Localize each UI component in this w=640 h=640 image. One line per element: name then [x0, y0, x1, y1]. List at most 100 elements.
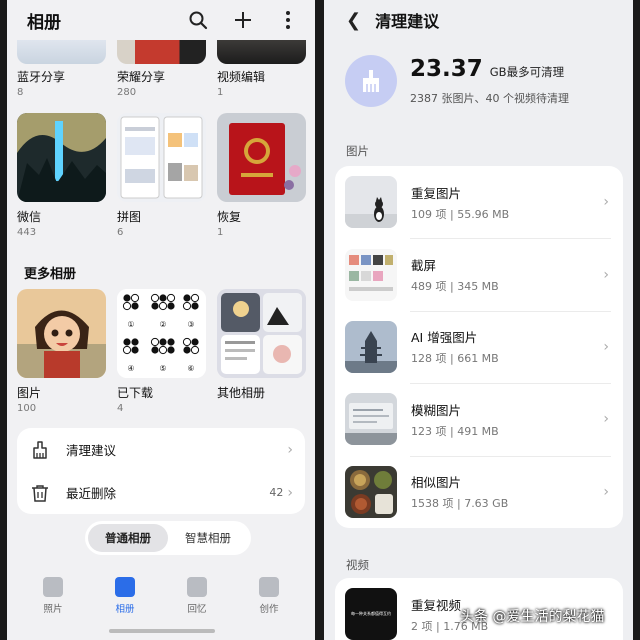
- memory-icon: [187, 577, 207, 597]
- album-name: 荣耀分享: [117, 70, 166, 84]
- tab-label: 创作: [259, 604, 279, 615]
- album-wechat[interactable]: 微信 443: [17, 113, 106, 238]
- chevron-right-icon: ›: [603, 338, 609, 355]
- album-thumbnail: [117, 113, 206, 202]
- cleanup-screen: ❮ 清理建议 23.37 GB最多可清理 2387 张图片、40 个视频待清理 …: [324, 0, 633, 640]
- item-thumbnail: [345, 176, 397, 229]
- broom-icon: [345, 55, 397, 107]
- chevron-right-icon: ›: [287, 484, 293, 501]
- album-thumb-bluetooth[interactable]: [17, 40, 106, 64]
- top-album-labels: 蓝牙分享 8 荣耀分享 280 视频编辑 1: [17, 68, 307, 98]
- album-name: 拼图: [117, 210, 142, 224]
- album-count: 1: [217, 87, 224, 98]
- album-downloads[interactable]: ① ② ③ ④ ⑤ ⑥ 已下载 4: [117, 289, 206, 414]
- more-album-grid: 图片 100 ① ② ③ ④ ⑤ ⑥ 已下载 4 其他相册: [17, 289, 307, 414]
- section-title-videos: 视频: [346, 558, 369, 572]
- grid-number: ①: [127, 320, 134, 329]
- album-bluetooth[interactable]: 蓝牙分享 8: [17, 68, 106, 98]
- item-thumbnail: 每一种关系都值得互约: [345, 588, 397, 640]
- album-thumbnail: [217, 289, 306, 378]
- search-icon[interactable]: [185, 7, 211, 33]
- tab-label: 回忆: [187, 604, 207, 615]
- page-title: 清理建议: [375, 12, 440, 31]
- list-item[interactable]: AI 增强图片 128 项 | 661 MB ›: [335, 310, 623, 383]
- grid-number: ③: [187, 320, 194, 329]
- back-arrow-icon[interactable]: ❮: [346, 10, 361, 31]
- list-item[interactable]: 重复图片 109 项 | 55.96 MB ›: [335, 166, 623, 238]
- album-type-toggle: 普通相册 智慧相册: [85, 521, 251, 555]
- more-icon[interactable]: [275, 7, 301, 33]
- more-albums-title: 更多相册: [24, 267, 77, 282]
- item-thumbnail: [345, 320, 397, 373]
- item-name: 相似图片: [411, 475, 462, 491]
- album-thumb-honor-share[interactable]: [117, 40, 206, 64]
- grid-number: ②: [159, 320, 166, 329]
- item-thumbnail: [345, 393, 397, 446]
- album-name: 已下载: [117, 386, 154, 400]
- item-thumbnail: [345, 248, 397, 301]
- item-thumbnail: [345, 465, 397, 518]
- album-header: 相册: [7, 0, 315, 40]
- album-honor-share[interactable]: 荣耀分享 280: [117, 68, 206, 98]
- list-item[interactable]: 相似图片 1538 项 | 7.63 GB ›: [335, 455, 623, 528]
- item-meta: 128 项 | 661 MB: [411, 352, 499, 366]
- watermark: 头条 @爱生活的梨花猫: [460, 609, 605, 625]
- tab-create[interactable]: 创作: [239, 570, 299, 640]
- scrolled-thumbnails: [7, 40, 315, 68]
- grid-number: ⑤: [159, 364, 166, 373]
- row-label: 最近删除: [66, 486, 117, 501]
- chevron-right-icon: ›: [603, 266, 609, 283]
- tools-card: 清理建议 › 最近删除 42 ›: [17, 428, 305, 514]
- album-collage[interactable]: 拼图 6: [117, 113, 206, 238]
- item-name: 模糊图片: [411, 402, 462, 418]
- reclaimable-size: 23.37: [410, 56, 483, 82]
- album-others[interactable]: 其他相册: [217, 289, 306, 414]
- album-grid: 微信 443 拼图 6 恢复 1: [17, 113, 307, 238]
- album-name: 视频编辑: [217, 70, 266, 84]
- list-item[interactable]: 模糊图片 123 项 | 491 MB ›: [335, 383, 623, 455]
- grid-number: ④: [127, 364, 134, 373]
- item-meta: 1538 项 | 7.63 GB: [411, 497, 509, 511]
- row-label: 清理建议: [66, 443, 117, 458]
- album-count: 443: [17, 227, 37, 238]
- album-pictures[interactable]: 图片 100: [17, 289, 106, 414]
- chevron-right-icon: ›: [603, 411, 609, 428]
- smart-album-tab[interactable]: 智慧相册: [168, 524, 248, 552]
- home-indicator: [109, 629, 215, 633]
- page-title: 相册: [27, 12, 61, 33]
- chevron-right-icon: ›: [603, 194, 609, 211]
- item-meta: 109 项 | 55.96 MB: [411, 207, 510, 221]
- chevron-right-icon: ›: [603, 483, 609, 500]
- album-count: 4: [117, 403, 124, 414]
- item-meta: 123 项 | 491 MB: [411, 424, 499, 438]
- section-title-images: 图片: [346, 144, 369, 158]
- album-thumbnail: [17, 113, 106, 202]
- album-screen: 相册 蓝牙分享 8 荣耀分享 280 视频编辑 1 微信 443 拼图 6 恢复…: [7, 0, 315, 640]
- album-thumbnail: ① ② ③ ④ ⑤ ⑥: [117, 289, 206, 378]
- pending-detail: 2387 张图片、40 个视频待清理: [410, 92, 569, 105]
- album-name: 蓝牙分享: [17, 70, 66, 84]
- album-count: 280: [117, 87, 137, 98]
- normal-album-tab[interactable]: 普通相册: [88, 524, 168, 552]
- album-video-edit[interactable]: 视频编辑 1: [217, 68, 306, 98]
- album-thumb-video-edit[interactable]: [217, 40, 306, 64]
- item-name: 重复图片: [411, 185, 462, 201]
- tab-label: 相册: [115, 604, 135, 615]
- album-count: 100: [17, 403, 37, 414]
- album-icon: [115, 577, 135, 597]
- album-thumbnail: [217, 113, 306, 202]
- recently-deleted-row[interactable]: 最近删除 42 ›: [17, 471, 305, 514]
- image-cleanup-list: 重复图片 109 项 | 55.96 MB › 截屏 489 项 | 345 M…: [335, 166, 623, 528]
- item-meta: 489 项 | 345 MB: [411, 280, 499, 294]
- broom-icon: [29, 439, 51, 461]
- grid-number: ⑥: [187, 364, 194, 373]
- video-thumb-caption: 每一种关系都值得互约: [351, 611, 391, 617]
- create-icon: [259, 577, 279, 597]
- album-thumbnail: [17, 289, 106, 378]
- list-item[interactable]: 截屏 489 项 | 345 MB ›: [335, 238, 623, 310]
- tab-photos[interactable]: 照片: [23, 570, 83, 640]
- add-icon[interactable]: [230, 7, 256, 33]
- reclaimable-unit: GB最多可清理: [489, 65, 565, 79]
- cleanup-suggestion-row[interactable]: 清理建议 ›: [17, 428, 305, 471]
- album-restore[interactable]: 恢复 1: [217, 113, 306, 238]
